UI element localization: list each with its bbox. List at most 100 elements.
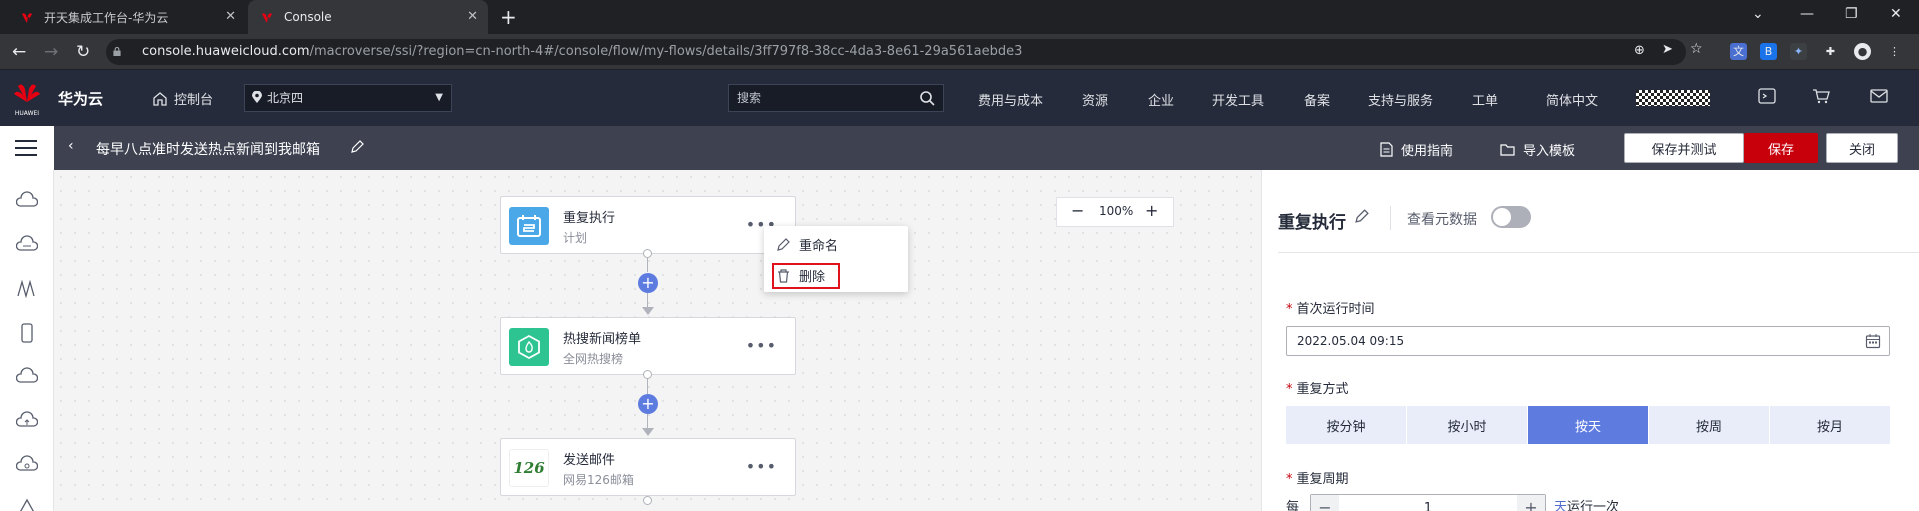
cart-icon[interactable] (1812, 88, 1830, 104)
network-wave-icon[interactable] (16, 278, 38, 300)
back-chevron-icon[interactable]: ‹ (68, 138, 74, 154)
nav-tickets[interactable]: 工单 (1472, 90, 1498, 109)
repeat-mode-month[interactable]: 按月 (1770, 406, 1890, 444)
edit-title-icon[interactable] (350, 139, 365, 154)
nav-enterprise[interactable]: 企业 (1148, 90, 1174, 109)
profile-avatar-icon[interactable]: ● (1854, 43, 1871, 60)
nav-dev-tools[interactable]: 开发工具 (1212, 90, 1264, 109)
node-title: 发送邮件 (563, 453, 616, 468)
forward-arrow-icon[interactable]: → (44, 42, 58, 62)
decrement-button[interactable]: − (1311, 495, 1339, 511)
huawei-petal-icon (14, 84, 40, 102)
cloud-service-icon[interactable] (16, 190, 38, 212)
increment-button[interactable]: + (1517, 495, 1545, 511)
nav-support[interactable]: 支持与服务 (1368, 90, 1433, 109)
document-icon (1380, 142, 1393, 157)
first-run-datetime-input[interactable]: 2022.05.04 09:15 (1286, 326, 1890, 356)
zoom-lens-icon[interactable]: ⊕ (1634, 43, 1645, 58)
node-more-icon[interactable]: ••• (746, 336, 777, 355)
cloud-server-icon[interactable] (16, 234, 38, 256)
close-button[interactable]: 关闭 (1826, 133, 1898, 163)
home-icon (153, 92, 167, 106)
restore-icon[interactable]: ❐ (1845, 6, 1858, 22)
node-output-port[interactable] (643, 249, 652, 258)
repeat-mode-day[interactable]: 按天 (1528, 406, 1649, 444)
repeat-mode-week[interactable]: 按周 (1649, 406, 1770, 444)
window-close-icon[interactable]: ✕ (1890, 6, 1902, 22)
first-run-label-text: 首次运行时间 (1296, 302, 1375, 317)
node-output-port[interactable] (643, 496, 652, 505)
user-guide-link[interactable]: 使用指南 (1380, 140, 1453, 159)
repeat-period-label-text: 重复周期 (1296, 472, 1349, 487)
repeat-mode-minute[interactable]: 按分钟 (1286, 406, 1407, 444)
bookmark-star-icon[interactable]: ☆ (1690, 41, 1703, 57)
cloud-upload-icon[interactable] (16, 410, 38, 432)
node-subtitle: 全网热搜榜 (563, 352, 624, 366)
reload-icon[interactable]: ↻ (76, 42, 90, 62)
node-context-menu: 重命名 删除 (764, 226, 908, 292)
period-value[interactable]: 1 (1339, 495, 1517, 511)
extensions-puzzle-icon[interactable]: ✚ (1822, 43, 1839, 60)
region-select[interactable]: 北京四 ▼ (244, 84, 452, 112)
node-more-icon[interactable]: ••• (746, 457, 777, 476)
flow-node-send-mail[interactable]: 126 发送邮件 网易126邮箱 ••• (500, 438, 796, 496)
mail-icon[interactable] (1870, 88, 1888, 104)
nav-filing[interactable]: 备案 (1304, 90, 1330, 109)
browser-tab-kaitian[interactable]: 开天集成工作台-华为云 ✕ (8, 0, 246, 34)
brand-name[interactable]: 华为云 (58, 88, 103, 109)
translate-extension-icon[interactable]: 文 (1730, 43, 1747, 60)
import-template-link[interactable]: 导入模板 (1500, 140, 1575, 159)
calendar-picker-icon[interactable] (1865, 333, 1881, 349)
repeat-period-stepper[interactable]: − 1 + (1310, 494, 1546, 511)
close-tab-icon[interactable]: ✕ (225, 9, 236, 24)
extension-c-icon[interactable]: ✦ (1790, 43, 1807, 60)
account-name-redacted[interactable] (1636, 90, 1710, 106)
console-search-input[interactable]: 搜索 (728, 84, 944, 112)
save-and-test-button[interactable]: 保存并测试 (1624, 133, 1744, 163)
huawei-logo[interactable]: HUAWEI (12, 80, 42, 117)
nav-resources[interactable]: 资源 (1082, 90, 1108, 109)
edit-node-name-icon[interactable] (1354, 208, 1370, 224)
connector-line (647, 379, 648, 394)
send-icon[interactable]: ➤ (1662, 42, 1673, 57)
minimize-icon[interactable]: — (1800, 6, 1814, 22)
flow-node-hot-news[interactable]: 热搜新闻榜单 全网热搜榜 ••• (500, 317, 796, 375)
mobile-device-icon[interactable] (16, 322, 38, 344)
terminal-icon[interactable] (1758, 88, 1776, 104)
hamburger-icon (15, 140, 37, 156)
back-arrow-icon[interactable]: ← (12, 42, 26, 62)
menu-item-rename[interactable]: 重命名 (776, 235, 838, 254)
repeat-mode-hour[interactable]: 按小时 (1407, 406, 1528, 444)
nav-language[interactable]: 简体中文 (1546, 90, 1598, 109)
view-metadata-toggle[interactable] (1491, 206, 1531, 228)
node-output-port[interactable] (643, 370, 652, 379)
tab-label: Console (284, 10, 332, 24)
new-tab-icon[interactable]: + (500, 5, 517, 29)
cloud-outline-icon[interactable] (16, 366, 38, 388)
console-home-link[interactable]: 控制台 (152, 89, 213, 108)
zoom-out-button[interactable]: − (1071, 201, 1084, 220)
required-asterisk: * (1286, 382, 1293, 397)
arrow-down-icon (642, 307, 654, 315)
node-title: 热搜新闻榜单 (563, 332, 642, 347)
search-icon[interactable] (919, 90, 935, 106)
left-menu-toggle[interactable] (0, 126, 54, 170)
browser-tab-console[interactable]: Console ✕ (248, 0, 488, 34)
add-step-button[interactable]: + (638, 273, 658, 293)
node-subtitle: 计划 (563, 231, 588, 245)
huawei-favicon-icon (260, 10, 274, 24)
flow-node-schedule[interactable]: 重复执行 计划 ••• (500, 196, 796, 254)
zoom-in-button[interactable]: + (1145, 201, 1158, 220)
address-bar[interactable]: console.huaweicloud.com/macroverse/ssi/?… (106, 39, 1703, 65)
console-label: 控制台 (174, 93, 214, 108)
mountain-icon[interactable] (16, 496, 38, 511)
nav-billing[interactable]: 费用与成本 (978, 90, 1043, 109)
panel-title: 重复执行 (1278, 213, 1346, 233)
cloud-sync-icon[interactable] (16, 454, 38, 476)
extension-b-icon[interactable]: B (1760, 43, 1777, 60)
tab-search-chevron-icon[interactable]: ⌄ (1752, 6, 1764, 22)
browser-menu-icon[interactable]: ⋮ (1886, 43, 1903, 60)
save-button[interactable]: 保存 (1744, 133, 1818, 163)
close-tab-icon[interactable]: ✕ (467, 9, 478, 24)
add-step-button[interactable]: + (638, 394, 658, 414)
